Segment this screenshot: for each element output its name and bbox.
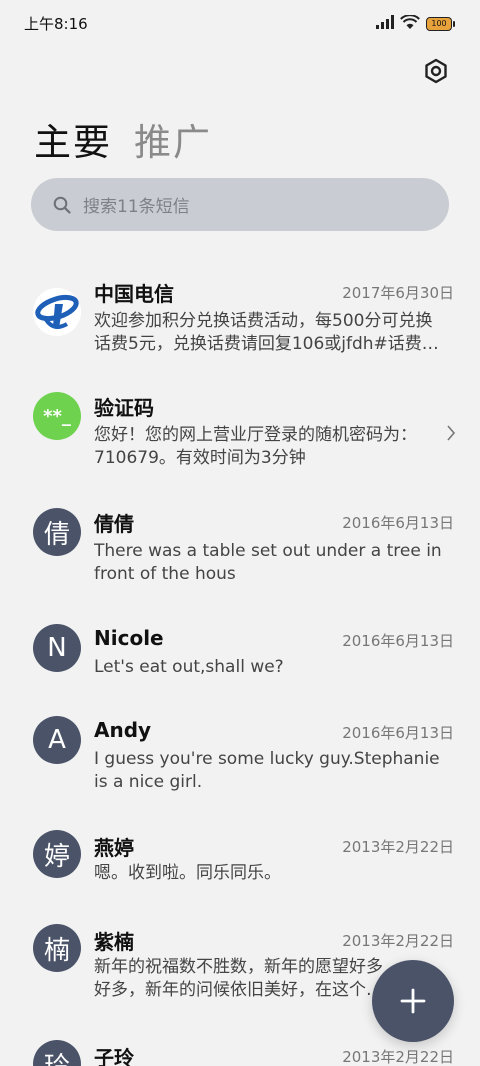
avatar: A [33, 716, 81, 764]
contact-name: Andy [94, 718, 152, 742]
avatar [33, 288, 81, 336]
list-item[interactable]: 中国电信 2017年6月30日 欢迎参加积分兑换话费活动，每500分可兑换话费5… [0, 276, 480, 386]
avatar: 婷 [33, 830, 81, 878]
search-placeholder: 搜索11条短信 [83, 197, 190, 217]
signal-icon [376, 14, 394, 33]
message-date: 2016年6月13日 [342, 632, 454, 650]
status-bar: 上午8:16 100 [0, 0, 480, 46]
message-date: 2013年2月22日 [342, 932, 454, 950]
status-time: 上午8:16 [24, 15, 88, 33]
message-preview: 欢迎参加积分兑换话费活动，每500分可兑换话费5元，兑换话费请回复106或jfd… [94, 311, 439, 354]
plus-icon [400, 988, 426, 1014]
tab-bar: 主要 推广 [34, 112, 212, 166]
message-preview: 新年的祝福数不胜数，新年的愿望好多好多，新年的问候依旧美好，在这个温馨的 [94, 957, 383, 1000]
message-preview: 您好！您的网上营业厅登录的随机密码为：710679。有效时间为3分钟 [94, 425, 417, 468]
message-date: 2016年6月13日 [342, 514, 454, 532]
tab-primary[interactable]: 主要 [34, 112, 112, 166]
chevron-right-icon [446, 424, 456, 446]
list-item[interactable]: 婷 燕婷 2013年2月22日 嗯。收到啦。同乐同乐。 [0, 830, 480, 920]
settings-button[interactable] [420, 55, 452, 87]
message-preview: Let's eat out,shall we? [94, 657, 284, 677]
message-date: 2016年6月13日 [342, 724, 454, 742]
list-item[interactable]: N Nicole 2016年6月13日 Let's eat out,shall … [0, 624, 480, 714]
list-item[interactable]: 倩 倩倩 2016年6月13日 There was a table set ou… [0, 508, 480, 618]
message-date: 2017年6月30日 [342, 284, 454, 302]
gear-icon [425, 58, 447, 84]
tab-promotions[interactable]: 推广 [134, 112, 212, 166]
contact-name: 子玲 [94, 1046, 134, 1066]
message-preview: I guess you're some lucky guy.Stephanie … [94, 749, 440, 792]
china-telecom-logo-icon [33, 288, 81, 336]
avatar: **_ [33, 392, 81, 440]
search-icon [51, 194, 73, 216]
avatar: 倩 [33, 508, 81, 556]
avatar: 玲 [33, 1040, 81, 1066]
message-preview: 嗯。收到啦。同乐同乐。 [94, 863, 281, 883]
search-bar[interactable]: 搜索11条短信 [31, 178, 449, 231]
contact-name: 验证码 [94, 396, 154, 420]
list-item[interactable]: **_ 验证码 您好！您的网上营业厅登录的随机密码为：710679。有效时间为3… [0, 392, 480, 502]
contact-name: Nicole [94, 626, 164, 650]
compose-button[interactable] [372, 960, 454, 1042]
contact-name: 燕婷 [94, 836, 134, 860]
list-item[interactable]: 玲 子玲 2013年2月22日 [0, 1040, 480, 1066]
wifi-icon [400, 14, 420, 33]
avatar: N [33, 624, 81, 672]
list-item[interactable]: A Andy 2016年6月13日 I guess you're some lu… [0, 716, 480, 826]
status-icons: 100 [376, 14, 455, 33]
contact-name: 紫楠 [94, 930, 134, 954]
avatar: 楠 [33, 924, 81, 972]
message-date: 2013年2月22日 [342, 838, 454, 856]
message-preview: There was a table set out under a tree i… [94, 541, 442, 584]
contact-name: 中国电信 [94, 282, 174, 306]
battery-icon: 100 [426, 16, 455, 31]
message-date: 2013年2月22日 [342, 1048, 454, 1066]
contact-name: 倩倩 [94, 512, 134, 536]
